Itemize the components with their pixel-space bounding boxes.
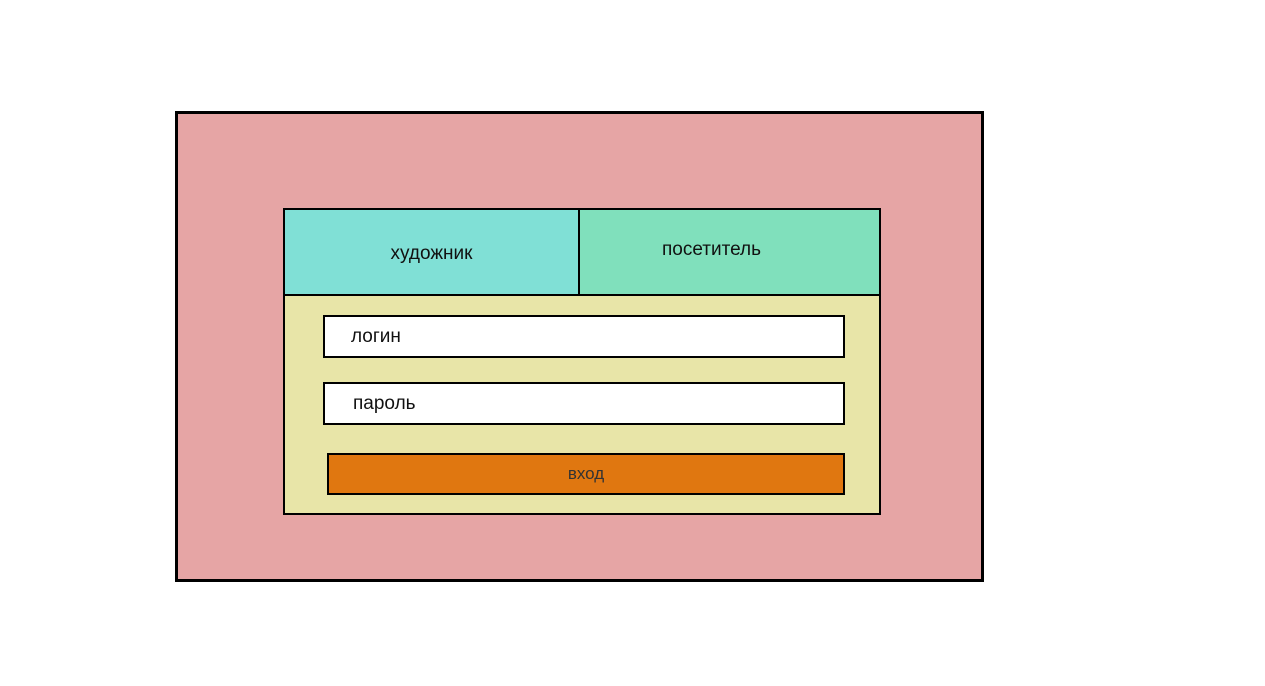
login-input[interactable] xyxy=(323,315,845,358)
login-panel: художник посетитель вход xyxy=(283,208,881,515)
password-input[interactable] xyxy=(323,382,845,425)
tab-visitor[interactable]: посетитель xyxy=(580,210,879,296)
login-button[interactable]: вход xyxy=(327,453,845,495)
tab-artist[interactable]: художник xyxy=(285,210,580,296)
tab-artist-label: художник xyxy=(390,243,473,264)
tab-visitor-label: посетитель xyxy=(661,239,762,260)
